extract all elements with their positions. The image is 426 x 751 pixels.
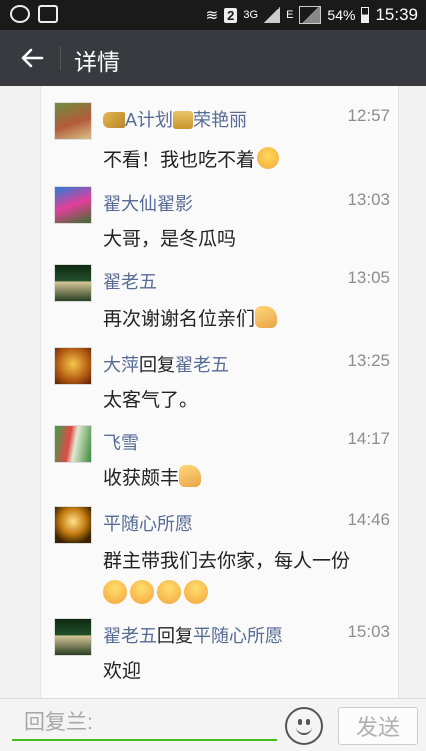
- sender-name[interactable]: 翟老五: [103, 268, 157, 294]
- network-type: 3G: [243, 9, 259, 21]
- sender-name[interactable]: 平随心所愿: [103, 510, 193, 536]
- lock-icon: [173, 111, 194, 129]
- sender-name[interactable]: 翟大仙翟影: [103, 190, 193, 216]
- sender-name[interactable]: 翟老五回复平随心所愿: [103, 622, 283, 648]
- avatar[interactable]: [54, 347, 92, 385]
- smiley-icon[interactable]: [285, 707, 323, 745]
- avatar[interactable]: [54, 506, 92, 544]
- clock: 15:39: [375, 5, 418, 24]
- pointing-hand-icon: [255, 306, 278, 328]
- emoji-row: [103, 580, 211, 610]
- message-text: 不看！我也吃不着: [103, 145, 280, 172]
- laughing-face-icon: [257, 147, 280, 169]
- message-time: 15:03: [347, 622, 390, 641]
- comment-list[interactable]: A计划 荣艳丽 12:57 不看！我也吃不着 翟大仙翟影 13:03 大哥，是冬瓜…: [40, 86, 399, 698]
- avatar[interactable]: [54, 102, 92, 140]
- avatar[interactable]: [54, 618, 92, 656]
- battery-icon: [361, 7, 370, 23]
- roaming-indicator: E: [286, 9, 294, 21]
- title-bar: 详情: [0, 30, 426, 86]
- sender-name[interactable]: A计划 荣艳丽: [103, 106, 247, 132]
- message-text: 太客气了。: [103, 390, 199, 411]
- status-bar: ≋ 2 3G E 54% 15:39: [0, 0, 426, 30]
- message-time: 14:46: [347, 510, 390, 529]
- message-text: 大哥，是冬瓜吗: [103, 229, 237, 250]
- comment-composer: 发送: [0, 698, 426, 751]
- image-icon: [38, 5, 58, 23]
- avatar[interactable]: [54, 186, 92, 224]
- message-text: 再次谢谢名位亲们: [103, 304, 278, 331]
- message-time: 13:05: [347, 268, 390, 287]
- avatar[interactable]: [54, 425, 92, 463]
- message-time: 14:17: [347, 429, 390, 448]
- sender-name[interactable]: 大萍回复翟老五: [103, 351, 229, 377]
- avatar[interactable]: [54, 264, 92, 302]
- message-time: 13:03: [347, 190, 390, 209]
- message-text: 收获颇丰: [103, 463, 202, 490]
- page-title: 详情: [74, 49, 120, 75]
- sender-name[interactable]: 飞雪: [103, 429, 139, 455]
- network-badge: 2: [224, 7, 238, 23]
- arrow-left-icon[interactable]: [18, 44, 46, 72]
- signal-icon: [264, 7, 281, 23]
- message-text: 欢迎: [103, 661, 142, 682]
- message-time: 13:25: [347, 351, 390, 370]
- message-text: 群主带我们去你家，每人一份: [103, 551, 351, 572]
- wifi-icon: ≋: [205, 7, 219, 24]
- title-divider: [60, 46, 61, 70]
- q-app-icon: [10, 5, 30, 23]
- message-time: 12:57: [347, 106, 390, 125]
- grinning-face-icon: [157, 580, 181, 604]
- send-button[interactable]: 发送: [338, 707, 418, 745]
- comment-input[interactable]: [12, 707, 277, 741]
- key-icon: [103, 112, 125, 128]
- thumbs-up-icon: [179, 465, 202, 487]
- battery-percent: 54%: [327, 7, 356, 23]
- grinning-face-icon: [130, 580, 154, 604]
- signal-strength-icon: [299, 6, 322, 24]
- grinning-face-icon: [103, 580, 127, 604]
- grinning-face-icon: [184, 580, 208, 604]
